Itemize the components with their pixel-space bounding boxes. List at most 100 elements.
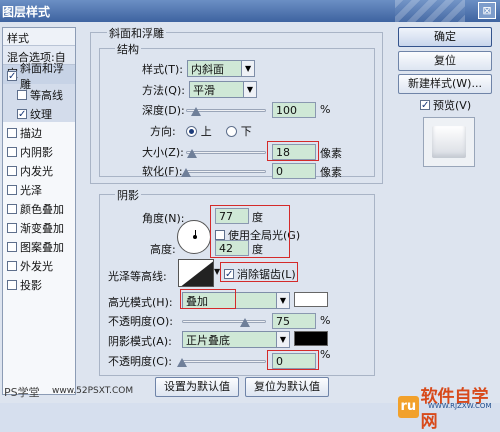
style-checkbox[interactable] (7, 241, 17, 252)
slider-thumb[interactable] (240, 318, 250, 327)
preview-label[interactable]: 预览(V) (433, 97, 471, 113)
style-list-item-label: 图案叠加 (20, 240, 64, 254)
style-list-item[interactable]: 内阴影 (3, 141, 75, 160)
soften-input[interactable]: 0 (272, 163, 316, 179)
style-list-item-label: 渐变叠加 (20, 221, 64, 235)
technique-select-value: 平滑 (192, 83, 215, 97)
highlight-box (220, 262, 298, 282)
reset-default-button[interactable]: 复位为默认值 (245, 377, 329, 397)
style-list-item[interactable]: 投影 (3, 274, 75, 293)
shadow-mode-select[interactable]: 正片叠底 ▼ (182, 331, 290, 348)
style-list-item[interactable]: 描边 (3, 122, 75, 141)
style-list-item-label: 投影 (20, 278, 42, 292)
style-checkbox[interactable] (7, 165, 17, 176)
size-label: 大小(Z): (142, 146, 184, 159)
close-button[interactable]: ⊠ (478, 2, 496, 19)
dialog-body: 样式 混合选项:自定 ✓斜面和浮雕等高线✓纹理描边内阴影内发光光泽颜色叠加渐变叠… (0, 22, 500, 432)
slider-thumb[interactable] (186, 149, 197, 158)
style-list-items: ✓ 斜面和浮雕 等高线 ✓ 纹理 描边 内阴影 内发光 光泽 颜色叠加 渐变叠加 图案叠加 外发光 投影 (3, 62, 75, 293)
chevron-down-icon: ▼ (276, 332, 289, 347)
style-list-item-label: 光泽 (20, 183, 42, 197)
window-title: 图层样式 (2, 5, 51, 19)
technique-row: 方法(Q): 平滑 ▼ (142, 81, 257, 98)
size-slider[interactable] (186, 145, 266, 159)
reset-button[interactable]: 复位 (398, 51, 492, 71)
style-checkbox[interactable] (7, 127, 17, 138)
gloss-contour-picker[interactable] (178, 259, 214, 287)
windows-logo-decoration (395, 0, 465, 22)
technique-label: 方法(Q): (142, 83, 185, 97)
technique-select[interactable]: 平滑 ▼ (188, 81, 257, 98)
logo-mark-icon: ru (398, 396, 419, 418)
chevron-down-icon: ▼ (242, 82, 256, 97)
slider-thumb[interactable] (181, 168, 191, 177)
title-bar: 图层样式 ⊠ (0, 0, 500, 22)
style-row: 样式(T): 内斜面 ▼ (142, 60, 256, 77)
style-checkbox[interactable] (7, 222, 17, 233)
direction-up-radio[interactable] (185, 125, 197, 137)
style-label: 样式(T): (142, 62, 184, 76)
angle-label: 角度(N): (142, 212, 185, 225)
shadow-opacity-label: 不透明度(C): (108, 355, 172, 368)
bevel-emboss-title: 斜面和浮雕 (107, 25, 166, 41)
style-list-header[interactable]: 样式 (3, 28, 75, 46)
new-style-button[interactable]: 新建样式(W)... (398, 74, 492, 94)
size-unit: 像素 (320, 147, 342, 160)
style-select-value: 内斜面 (191, 62, 225, 76)
style-checkbox[interactable] (7, 279, 17, 290)
highlight-color-swatch[interactable] (294, 292, 328, 307)
contour-icon (181, 261, 213, 286)
style-checkbox[interactable] (7, 260, 17, 271)
highlight-opacity-label: 不透明度(O): (108, 315, 173, 328)
soften-slider[interactable] (181, 164, 266, 178)
soften-row: 软化(F): (142, 163, 183, 179)
highlight-opacity-input[interactable]: 75 (272, 313, 316, 329)
highlight-box (267, 350, 319, 370)
style-list-item-label: 外发光 (20, 259, 53, 273)
style-list-item[interactable]: 颜色叠加 (3, 198, 75, 217)
slider-thumb[interactable] (177, 358, 187, 367)
depth-input[interactable]: 100 (272, 102, 316, 118)
style-list-item[interactable]: 内发光 (3, 160, 75, 179)
style-list-item[interactable]: 渐变叠加 (3, 217, 75, 236)
direction-row: 方向: 上 下 (150, 123, 252, 139)
shading-title: 阴影 (115, 187, 141, 203)
slider-thumb[interactable] (190, 107, 201, 116)
logo-sub: WWW.RJZXW.COM (428, 402, 492, 410)
style-list-item-label: 描边 (20, 126, 42, 140)
shadow-opacity-slider[interactable] (177, 354, 266, 368)
shadow-mode-value: 正片叠底 (186, 333, 230, 347)
ok-button[interactable]: 确定 (398, 27, 492, 47)
style-list-item-label: 等高线 (30, 88, 63, 102)
style-checkbox[interactable] (7, 146, 17, 157)
depth-slider[interactable] (186, 103, 266, 117)
set-default-button[interactable]: 设置为默认值 (155, 377, 239, 397)
style-list-item[interactable]: 外发光 (3, 255, 75, 274)
style-list-item-label: 纹理 (30, 107, 52, 121)
shadow-mode-label: 阴影模式(A): (108, 335, 172, 348)
angle-dial[interactable] (177, 220, 211, 254)
size-row: 大小(Z): (142, 144, 184, 160)
shadow-color-swatch[interactable] (294, 331, 328, 346)
style-checkbox[interactable] (7, 184, 17, 195)
highlight-opacity-slider[interactable] (182, 314, 266, 328)
soften-label: 软化(F): (142, 165, 183, 178)
style-checkbox[interactable] (17, 89, 27, 100)
style-select[interactable]: 内斜面 ▼ (187, 60, 256, 77)
style-checkbox[interactable] (7, 203, 17, 214)
preview-thumbnail (423, 117, 475, 167)
direction-up-label[interactable]: 上 (201, 123, 212, 139)
style-list-item[interactable]: 图案叠加 (3, 236, 75, 255)
depth-label: 深度(D): (142, 104, 185, 117)
chevron-down-icon: ▼ (241, 61, 255, 76)
style-checkbox[interactable]: ✓ (17, 108, 27, 119)
direction-down-label[interactable]: 下 (241, 123, 252, 139)
style-list-item[interactable]: 光泽 (3, 179, 75, 198)
altitude-label: 高度: (150, 243, 176, 256)
depth-unit: % (320, 103, 331, 116)
style-list-item[interactable]: ✓ 纹理 (3, 103, 75, 122)
style-checkbox[interactable]: ✓ (7, 70, 17, 81)
preview-checkbox[interactable]: ✓ (420, 100, 430, 111)
watermark-left: PS学堂 (4, 386, 40, 399)
direction-down-radio[interactable] (225, 125, 237, 137)
